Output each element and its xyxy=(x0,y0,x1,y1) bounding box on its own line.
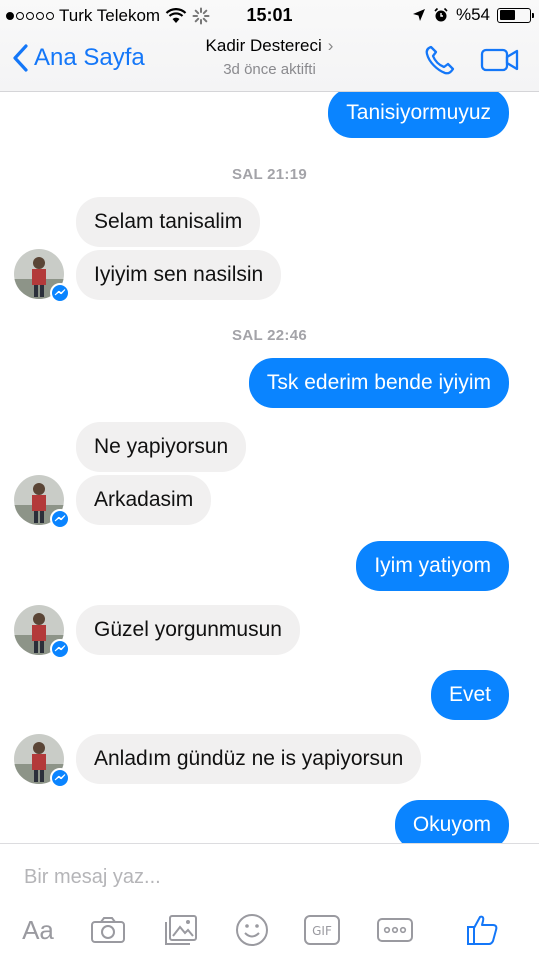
like-button[interactable] xyxy=(462,910,502,950)
message-incoming[interactable]: Ne yapiyorsun xyxy=(76,422,247,472)
message-outgoing[interactable]: Tanisiyormuyuz xyxy=(328,92,509,138)
video-call-icon[interactable] xyxy=(480,46,520,74)
timestamp: SAL 21:19 xyxy=(232,166,307,183)
message-list[interactable]: Tanisiyormuyuz SAL 21:19 Selam tanisalim… xyxy=(0,92,539,843)
message-outgoing[interactable]: Tsk ederim bende iyiyim xyxy=(248,358,509,408)
avatar[interactable] xyxy=(14,605,70,659)
message-incoming[interactable]: Selam tanisalim xyxy=(76,197,261,247)
messenger-badge-icon xyxy=(50,639,70,659)
active-status: 3d önce aktifti xyxy=(223,61,316,78)
message-incoming[interactable]: Iyiyim sen nasilsin xyxy=(76,250,282,300)
composer: Bir mesaj yaz... Aa GIF xyxy=(0,843,539,960)
avatar[interactable] xyxy=(14,475,70,529)
thumbs-up-icon xyxy=(467,915,498,945)
timestamp: SAL 22:46 xyxy=(232,327,307,344)
contact-name: Kadir Destereci xyxy=(205,36,322,55)
camera-button[interactable] xyxy=(88,910,128,950)
top-bar: Turk Telekom 15:01 %54 Ana Sayfa Kadir D… xyxy=(0,0,539,92)
battery-percent: %54 xyxy=(455,5,490,24)
sticker-button[interactable] xyxy=(232,910,272,950)
avatar[interactable] xyxy=(14,734,70,788)
message-incoming[interactable]: Arkadasim xyxy=(76,475,212,525)
message-input[interactable]: Bir mesaj yaz... xyxy=(24,866,161,889)
message-outgoing[interactable]: Okuyom xyxy=(394,800,509,843)
gif-icon: GIF xyxy=(304,915,340,945)
battery-icon xyxy=(497,7,534,23)
conversation-title[interactable]: Kadir Destereci › 3d önce aktifti xyxy=(0,36,539,78)
avatar[interactable] xyxy=(14,249,70,303)
location-arrow-icon xyxy=(412,9,425,21)
gif-button[interactable]: GIF xyxy=(302,910,342,950)
gif-label: GIF xyxy=(312,924,332,938)
messenger-badge-icon xyxy=(50,283,70,303)
smiley-icon xyxy=(236,914,268,946)
more-button[interactable] xyxy=(374,910,416,950)
chevron-right-icon: › xyxy=(327,36,334,55)
camera-icon xyxy=(91,917,125,943)
photo-gallery-icon xyxy=(165,915,197,945)
composer-toolbar: Aa GIF xyxy=(0,910,539,950)
status-bar: Turk Telekom 15:01 %54 xyxy=(0,0,539,32)
message-outgoing[interactable]: Iyim yatiyom xyxy=(356,541,509,591)
messenger-badge-icon xyxy=(50,768,70,788)
gallery-button[interactable] xyxy=(161,910,201,950)
status-right: %54 xyxy=(412,5,534,25)
more-icon xyxy=(377,918,413,942)
phone-call-icon[interactable] xyxy=(423,44,457,76)
message-outgoing[interactable]: Evet xyxy=(430,670,509,720)
alarm-icon xyxy=(434,7,448,22)
text-style-button[interactable]: Aa xyxy=(18,910,58,950)
message-incoming[interactable]: Güzel yorgunmusun xyxy=(76,605,300,655)
messenger-badge-icon xyxy=(50,509,70,529)
message-incoming[interactable]: Anladım gündüz ne is yapiyorsun xyxy=(76,734,422,784)
